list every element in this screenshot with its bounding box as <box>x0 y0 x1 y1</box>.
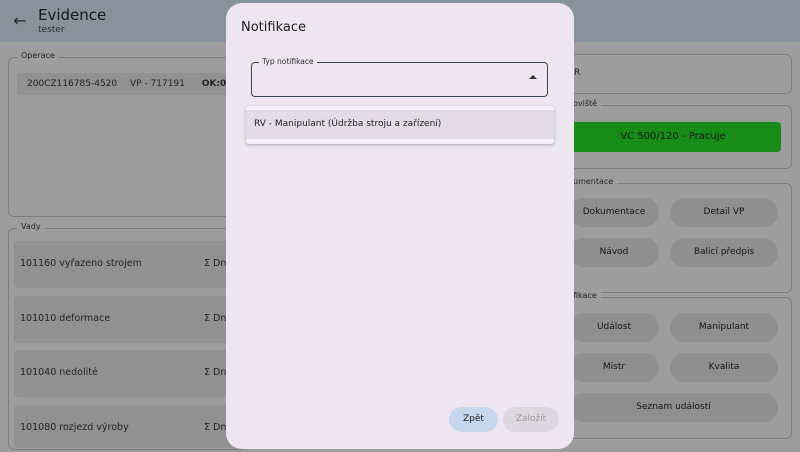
dropdown-option[interactable]: RV - Manipulant (Údržba stroju a zařízen… <box>246 110 554 139</box>
back-button[interactable]: Zpět <box>449 407 498 432</box>
dialog-title: Notifikace <box>241 20 306 35</box>
dropdown-menu: RV - Manipulant (Údržba stroju a zařízen… <box>246 106 554 144</box>
dropdown-option-label: RV - Manipulant (Údržba stroju a zařízen… <box>254 119 442 129</box>
notification-dialog: Notifikace Typ notifikace RV - Manipulan… <box>226 3 574 449</box>
dropdown-label: Typ notifikace <box>259 57 317 66</box>
notification-type-dropdown[interactable]: Typ notifikace <box>251 57 548 97</box>
caret-up-icon[interactable] <box>529 75 537 79</box>
create-button[interactable]: Založit <box>503 407 559 432</box>
